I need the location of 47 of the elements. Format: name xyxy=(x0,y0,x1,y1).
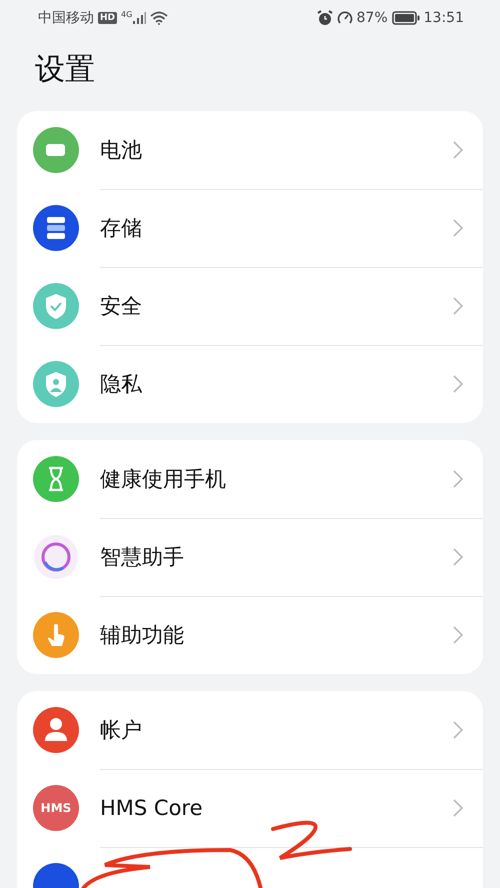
row-label: 智慧助手 xyxy=(100,544,184,570)
row-label: 健康使用手机 xyxy=(100,466,226,492)
carrier-name: 中国移动 xyxy=(38,9,94,27)
chevron-icon xyxy=(453,296,463,314)
ring-icon xyxy=(33,534,79,580)
row-label: 辅助功能 xyxy=(100,622,184,649)
alarm-icon xyxy=(316,10,333,26)
row-label: 安全 xyxy=(100,292,142,320)
chevron-icon xyxy=(453,218,463,236)
chevron-icon xyxy=(453,375,463,393)
row-label: 帐户 xyxy=(100,716,142,744)
chevron-icon xyxy=(453,720,463,738)
row-label: HMS Core xyxy=(100,796,203,820)
page-title: 设置 xyxy=(34,51,96,89)
battery-percent: 87% xyxy=(356,10,388,26)
storage-icon xyxy=(33,205,79,251)
hourglass-icon xyxy=(33,456,79,502)
battery-icon xyxy=(392,11,420,25)
hand-pointer-icon xyxy=(33,612,79,658)
person-icon xyxy=(33,707,79,753)
settings-row[interactable]: 安全 xyxy=(17,267,483,345)
network-type: 4G xyxy=(121,10,132,19)
chevron-icon xyxy=(453,548,463,566)
settings-row[interactable]: 隐私 xyxy=(17,345,483,423)
hd-badge: HD xyxy=(98,12,118,24)
chevron-icon xyxy=(453,470,463,488)
chevron-icon xyxy=(453,798,463,816)
speed-icon xyxy=(336,10,353,26)
clock-time: 13:51 xyxy=(424,10,464,26)
row-label: 存储 xyxy=(100,214,142,242)
wifi-icon xyxy=(150,11,168,25)
settings-row[interactable]: 电池 xyxy=(17,111,483,189)
settings-row[interactable]: HMS HMS Core xyxy=(17,769,483,847)
shield-check-icon xyxy=(33,283,79,329)
row-label: 隐私 xyxy=(100,371,142,398)
settings-row[interactable]: 存储 xyxy=(17,189,483,267)
settings-row[interactable]: 帐户 xyxy=(17,691,483,769)
signal-icon xyxy=(133,12,146,24)
app-icon: HMS xyxy=(33,785,79,831)
battery-icon xyxy=(33,127,79,173)
shield-person-icon xyxy=(33,361,79,407)
row-label: 电池 xyxy=(100,136,142,164)
settings-row[interactable]: 健康使用手机 xyxy=(17,440,483,518)
settings-row[interactable]: 辅助功能 xyxy=(17,596,483,674)
chevron-icon xyxy=(453,626,463,644)
settings-row[interactable]: 智慧助手 xyxy=(17,518,483,596)
chevron-icon xyxy=(453,140,463,158)
